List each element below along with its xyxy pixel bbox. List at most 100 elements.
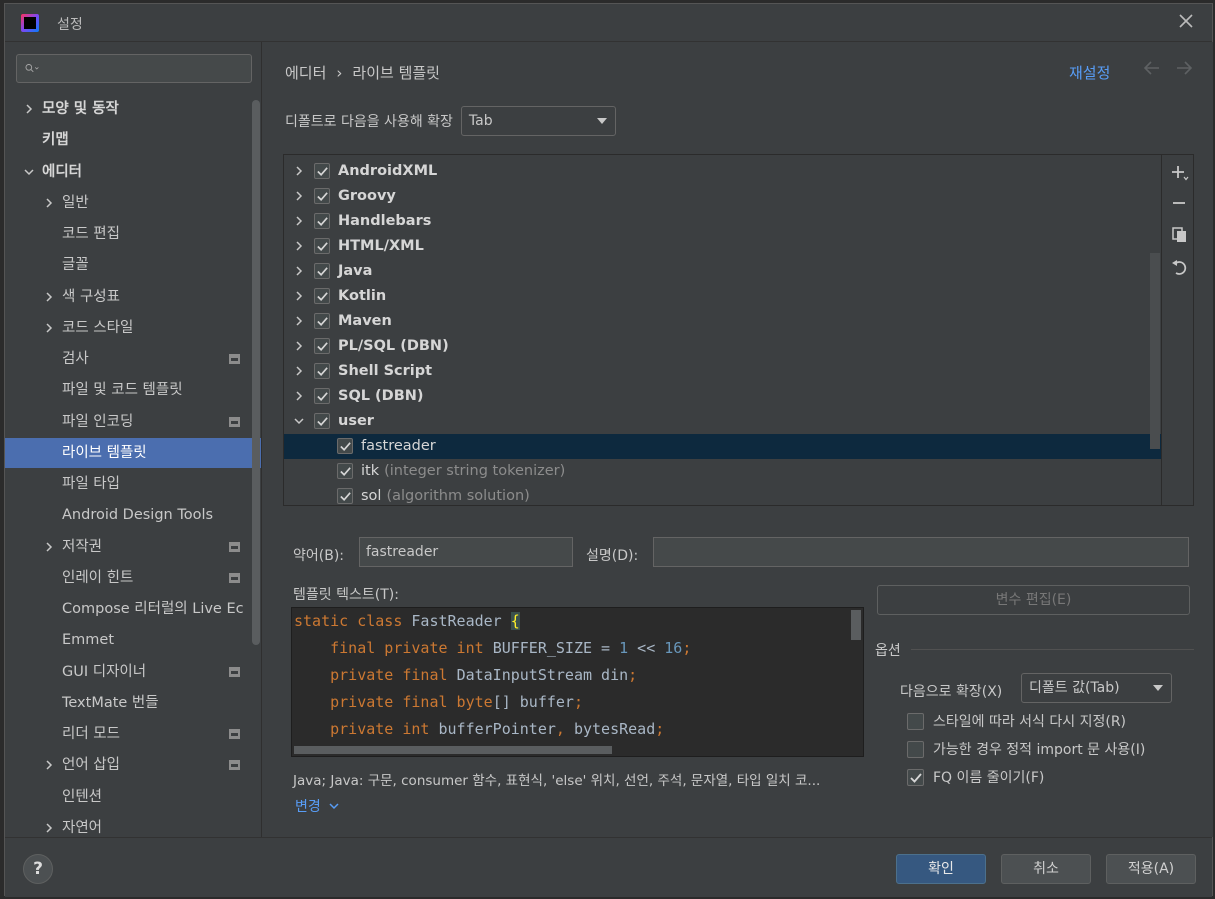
chevron-right-icon[interactable] bbox=[293, 240, 305, 252]
sidebar-item[interactable]: Emmet bbox=[5, 625, 261, 655]
chevron-right-icon[interactable] bbox=[293, 165, 305, 177]
copy-icon[interactable] bbox=[1170, 225, 1190, 245]
template-group-row[interactable]: SQL (DBN) bbox=[284, 384, 1161, 409]
chevron-right-icon[interactable] bbox=[43, 541, 55, 553]
template-checkbox[interactable] bbox=[314, 313, 330, 329]
static-import-option[interactable]: 가능한 경우 정적 import 문 사용(I) bbox=[907, 739, 1145, 759]
chevron-right-icon[interactable] bbox=[43, 759, 55, 771]
sidebar-item[interactable]: 파일 타입 bbox=[5, 469, 261, 499]
arrow-left-icon[interactable] bbox=[1142, 58, 1162, 83]
chevron-right-icon[interactable] bbox=[293, 290, 305, 302]
chevron-down-icon[interactable] bbox=[293, 415, 305, 427]
template-row[interactable]: sol (algorithm solution) bbox=[284, 484, 1161, 505]
template-row[interactable]: itk (integer string tokenizer) bbox=[284, 459, 1161, 484]
sidebar-item[interactable]: 자연어 bbox=[5, 813, 261, 837]
template-checkbox[interactable] bbox=[314, 388, 330, 404]
add-icon[interactable] bbox=[1170, 163, 1190, 183]
close-icon[interactable] bbox=[1176, 12, 1196, 32]
template-checkbox[interactable] bbox=[337, 438, 353, 454]
template-checkbox[interactable] bbox=[314, 188, 330, 204]
static-import-checkbox[interactable] bbox=[907, 740, 924, 758]
cancel-button[interactable]: 취소 bbox=[1001, 854, 1091, 884]
help-button[interactable]: ? bbox=[23, 854, 53, 884]
template-checkbox[interactable] bbox=[314, 338, 330, 354]
chevron-right-icon[interactable] bbox=[43, 291, 55, 303]
abbreviation-input[interactable]: fastreader bbox=[359, 537, 573, 567]
template-checkbox[interactable] bbox=[314, 288, 330, 304]
sidebar-item[interactable]: TextMate 번들 bbox=[5, 688, 261, 718]
sidebar-item[interactable]: 언어 삽입 bbox=[5, 750, 261, 780]
sidebar-scrollbar[interactable] bbox=[252, 100, 260, 645]
sidebar-item[interactable]: Android Design Tools bbox=[5, 500, 261, 530]
shorten-fq-option[interactable]: FQ 이름 줄이기(F) bbox=[907, 767, 1044, 787]
sidebar-item[interactable]: 파일 인코딩 bbox=[5, 407, 261, 437]
sidebar-item[interactable]: 모양 및 동작 bbox=[5, 94, 261, 124]
reformat-checkbox[interactable] bbox=[907, 712, 924, 730]
template-checkbox[interactable] bbox=[314, 213, 330, 229]
template-group-row[interactable]: HTML/XML bbox=[284, 234, 1161, 259]
template-group-row[interactable]: Java bbox=[284, 259, 1161, 284]
chevron-down-icon[interactable] bbox=[23, 166, 35, 178]
chevron-right-icon[interactable] bbox=[293, 315, 305, 327]
chevron-right-icon[interactable] bbox=[293, 340, 305, 352]
apply-button[interactable]: 적용(A) bbox=[1106, 854, 1196, 884]
expand-with-select[interactable]: 디폴트 값(Tab) bbox=[1021, 673, 1172, 703]
edit-variables-button[interactable]: 변수 편집(E) bbox=[877, 585, 1190, 615]
template-group-row[interactable]: Shell Script bbox=[284, 359, 1161, 384]
ok-button[interactable]: 확인 bbox=[896, 854, 986, 884]
sidebar-item[interactable]: 라이브 템플릿 bbox=[5, 437, 261, 468]
template-checkbox[interactable] bbox=[314, 238, 330, 254]
template-group-row[interactable]: Handlebars bbox=[284, 209, 1161, 234]
description-input[interactable] bbox=[653, 537, 1189, 567]
sidebar-item[interactable]: 글꼴 bbox=[5, 250, 261, 280]
chevron-right-icon[interactable] bbox=[43, 322, 55, 334]
template-checkbox[interactable] bbox=[314, 263, 330, 279]
sidebar-item[interactable]: 인레이 힌트 bbox=[5, 563, 261, 593]
minus-icon[interactable] bbox=[1170, 193, 1190, 213]
reset-link[interactable]: 재설정 bbox=[1069, 62, 1110, 83]
chevron-right-icon[interactable] bbox=[23, 103, 35, 115]
undo-icon[interactable] bbox=[1170, 258, 1190, 278]
reformat-option[interactable]: 스타일에 따라 서식 다시 지정(R) bbox=[907, 711, 1126, 731]
sidebar-item[interactable]: 색 구성표 bbox=[5, 282, 261, 312]
template-checkbox[interactable] bbox=[314, 363, 330, 379]
template-group-row[interactable]: Groovy bbox=[284, 184, 1161, 209]
template-group-row[interactable]: user bbox=[284, 409, 1161, 434]
template-group-row[interactable]: PL/SQL (DBN) bbox=[284, 334, 1161, 359]
chevron-right-icon[interactable] bbox=[293, 265, 305, 277]
chevron-right-icon[interactable] bbox=[293, 365, 305, 377]
chevron-right-icon[interactable] bbox=[293, 190, 305, 202]
sidebar-item[interactable]: 리더 모드 bbox=[5, 719, 261, 749]
template-checkbox[interactable] bbox=[314, 163, 330, 179]
chevron-right-icon[interactable] bbox=[293, 215, 305, 227]
sidebar-item[interactable]: 파일 및 코드 템플릿 bbox=[5, 375, 261, 405]
template-group-row[interactable]: Maven bbox=[284, 309, 1161, 334]
code-vertical-scrollbar[interactable] bbox=[851, 610, 861, 640]
shorten-fq-checkbox[interactable] bbox=[907, 768, 924, 786]
template-text-editor[interactable]: static class FastReader { final private … bbox=[291, 607, 864, 757]
sidebar-item[interactable]: 에디터 bbox=[5, 157, 261, 187]
change-context-link[interactable]: 변경 bbox=[295, 796, 340, 816]
sidebar-item[interactable]: Compose 리터럴의 Live Ec bbox=[5, 594, 261, 624]
sidebar-item[interactable]: GUI 디자이너 bbox=[5, 657, 261, 687]
chevron-right-icon[interactable] bbox=[43, 197, 55, 209]
arrow-right-icon[interactable] bbox=[1174, 58, 1194, 83]
sidebar-item[interactable]: 검사 bbox=[5, 344, 261, 374]
template-checkbox[interactable] bbox=[337, 488, 353, 504]
sidebar-item[interactable]: 인텐션 bbox=[5, 782, 261, 812]
template-checkbox[interactable] bbox=[337, 463, 353, 479]
sidebar-item[interactable]: 키맵 bbox=[5, 125, 261, 155]
sidebar-item[interactable]: 코드 편집 bbox=[5, 219, 261, 249]
settings-search-input[interactable] bbox=[16, 54, 252, 83]
sidebar-item[interactable]: 코드 스타일 bbox=[5, 313, 261, 343]
sidebar-item[interactable]: 일반 bbox=[5, 188, 261, 218]
template-group-row[interactable]: Kotlin bbox=[284, 284, 1161, 309]
chevron-right-icon[interactable] bbox=[43, 822, 55, 834]
code-horizontal-scrollbar[interactable] bbox=[294, 746, 612, 754]
template-group-row[interactable]: AndroidXML bbox=[284, 159, 1161, 184]
template-checkbox[interactable] bbox=[314, 413, 330, 429]
templates-scrollbar[interactable] bbox=[1150, 253, 1160, 449]
chevron-right-icon[interactable] bbox=[293, 390, 305, 402]
default-expand-select[interactable]: Tab bbox=[460, 106, 616, 136]
template-row[interactable]: fastreader bbox=[284, 434, 1161, 459]
